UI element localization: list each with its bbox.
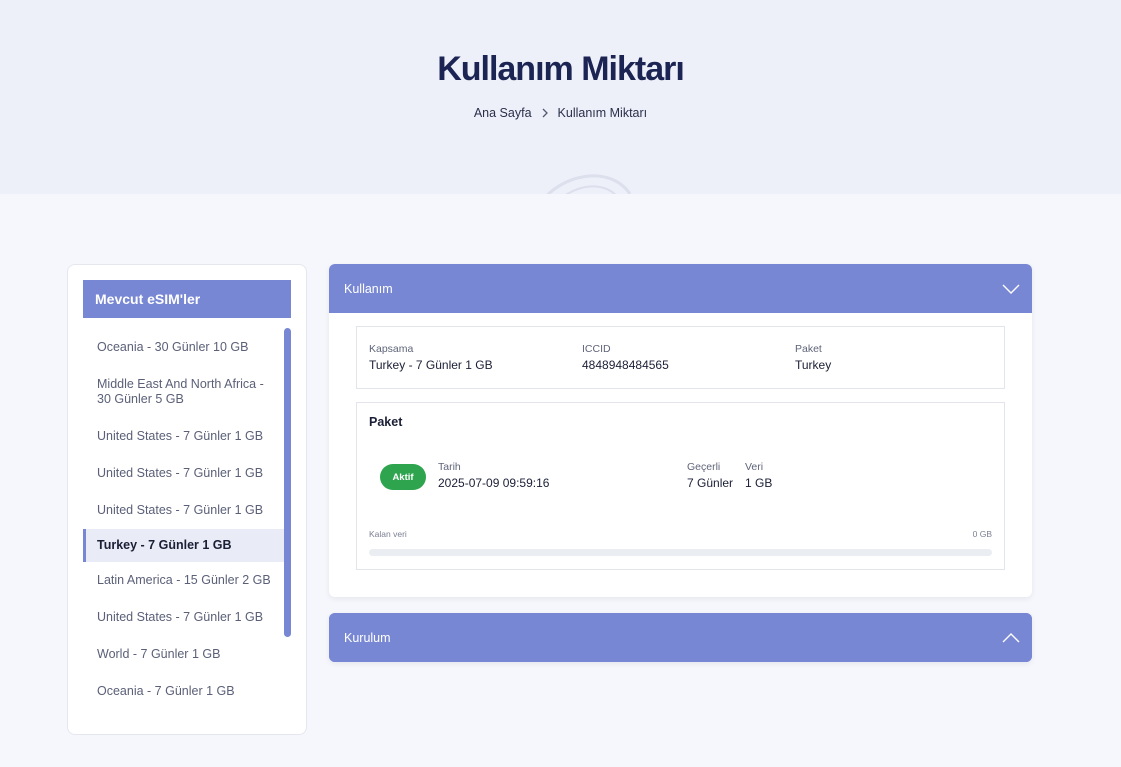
package-title: Paket bbox=[369, 415, 403, 429]
validity-label: Geçerli bbox=[687, 461, 721, 473]
esim-list-item[interactable]: Middle East And North Africa - 30 Günler… bbox=[83, 366, 286, 418]
data-value: 1 GB bbox=[745, 476, 773, 490]
setup-accordion: Kurulum bbox=[329, 613, 1032, 662]
package-field: Paket Turkey bbox=[795, 343, 831, 372]
status-badge: Aktif bbox=[380, 464, 426, 490]
data-label: Veri bbox=[745, 461, 764, 473]
date-value: 2025-07-09 09:59:16 bbox=[438, 476, 550, 490]
data-field: Veri 1 GB bbox=[745, 461, 772, 490]
iccid-value: 4848948484565 bbox=[582, 358, 669, 372]
esim-list-item[interactable]: Latin America - 15 Günler 2 GB bbox=[83, 562, 286, 599]
setup-accordion-header[interactable]: Kurulum bbox=[329, 613, 1032, 662]
chevron-down-icon bbox=[1002, 284, 1020, 294]
esim-list-title: Mevcut eSIM'ler bbox=[83, 280, 291, 318]
chevron-up-icon bbox=[1002, 632, 1020, 642]
breadcrumb-home-link[interactable]: Ana Sayfa bbox=[474, 106, 532, 120]
esim-list-item[interactable]: United States - 7 Günler 1 GB bbox=[83, 418, 286, 455]
package-label: Paket bbox=[795, 343, 822, 355]
date-label: Tarih bbox=[438, 461, 461, 473]
esim-list-panel: Mevcut eSIM'ler Oceania - 30 Günler 10 G… bbox=[67, 264, 307, 735]
iccid-label: ICCID bbox=[582, 343, 611, 355]
esim-list: Oceania - 30 Günler 10 GB Middle East An… bbox=[83, 329, 286, 710]
validity-value: 7 Günler bbox=[687, 476, 734, 490]
validity-field: Geçerli 7 Günler bbox=[687, 461, 733, 490]
usage-accordion-title: Kullanım bbox=[344, 281, 393, 296]
remaining-data-label: Kalan veri bbox=[369, 529, 407, 539]
page-hero: Kullanım Miktarı Ana Sayfa Kullanım Mikt… bbox=[0, 0, 1121, 194]
coverage-field: Kapsama Turkey - 7 Günler 1 GB bbox=[369, 343, 493, 372]
coverage-label: Kapsama bbox=[369, 343, 414, 355]
page-title: Kullanım Miktarı bbox=[437, 50, 685, 88]
breadcrumb: Ana Sayfa Kullanım Miktarı bbox=[0, 106, 1121, 120]
esim-list-item[interactable]: Turkey - 7 Günler 1 GB bbox=[83, 529, 286, 562]
remaining-data-progress bbox=[369, 549, 992, 556]
date-field: Tarih 2025-07-09 09:59:16 bbox=[438, 461, 549, 490]
package-box: Paket Aktif Tarih 2025-07-09 09:59:16 Ge… bbox=[356, 402, 1005, 570]
coverage-value: Turkey - 7 Günler 1 GB bbox=[369, 358, 493, 372]
remaining-data-value: 0 GB bbox=[972, 529, 992, 539]
chevron-right-icon bbox=[540, 108, 550, 118]
esim-list-item[interactable]: United States - 7 Günler 1 GB bbox=[83, 455, 286, 492]
usage-accordion-header[interactable]: Kullanım bbox=[329, 264, 1032, 313]
esim-list-item[interactable]: Oceania - 7 Günler 1 GB bbox=[83, 673, 286, 710]
iccid-field: ICCID 4848948484565 bbox=[582, 343, 669, 372]
setup-accordion-title: Kurulum bbox=[344, 630, 391, 645]
package-value: Turkey bbox=[795, 358, 832, 372]
decorative-swirl-icon bbox=[546, 174, 632, 194]
esim-info-box: Kapsama Turkey - 7 Günler 1 GB ICCID 484… bbox=[356, 326, 1005, 389]
breadcrumb-current: Kullanım Miktarı bbox=[557, 106, 648, 120]
usage-accordion: Kullanım Kapsama Turkey - 7 Günler 1 GB … bbox=[329, 264, 1032, 597]
esim-list-scrollbar[interactable] bbox=[284, 328, 291, 637]
esim-list-item[interactable]: United States - 7 Günler 1 GB bbox=[83, 492, 286, 529]
esim-list-item[interactable]: World - 7 Günler 1 GB bbox=[83, 636, 286, 673]
esim-list-item[interactable]: United States - 7 Günler 1 GB bbox=[83, 599, 286, 636]
esim-list-item[interactable]: Oceania - 30 Günler 10 GB bbox=[83, 329, 286, 366]
